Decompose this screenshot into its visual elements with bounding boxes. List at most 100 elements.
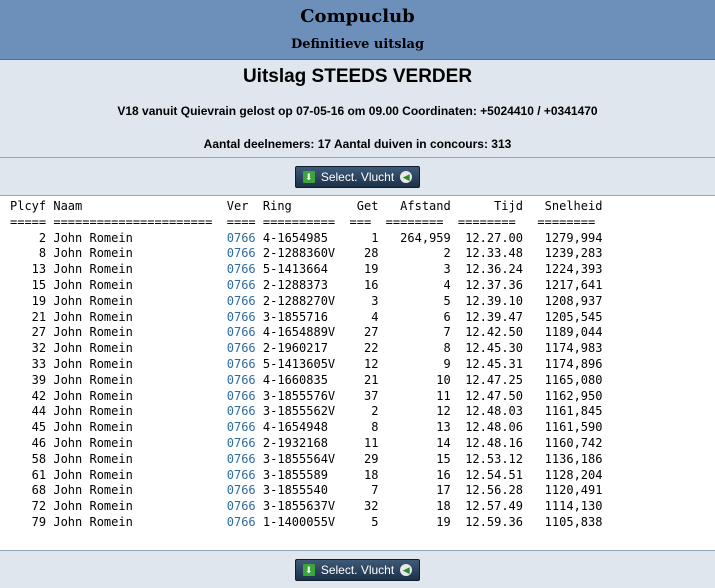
race-participants: Aantal deelnemers: 17 Aantal duiven in c… <box>203 137 512 151</box>
cell-afstand: 6 <box>385 309 458 324</box>
cell-afstand: 4 <box>385 277 458 292</box>
cell-plcyf: 15 <box>10 277 54 292</box>
cell-tijd: 12.57.49 <box>457 499 531 514</box>
arrow-left-icon: ◀ <box>400 170 413 183</box>
cell-snelheid: 1239,283 <box>530 246 603 261</box>
cell-get: 27 <box>356 325 386 340</box>
cell-afstand: 19 <box>385 514 458 529</box>
site-subtitle: Definitieve uitslag <box>290 37 425 52</box>
cell-tijd: 12.39.10 <box>457 293 531 308</box>
cell-ring: 4-1654948 <box>262 420 357 435</box>
table-row: 32 John Romein 0766 2-1960217 22 8 12.45… <box>10 341 715 357</box>
cell-ver: 0766 <box>226 356 256 371</box>
header-tijd: Tijd <box>457 199 531 213</box>
header-afstand: Afstand <box>385 199 458 213</box>
table-row: 58 John Romein 0766 3-1855564V 29 15 12.… <box>10 452 715 468</box>
table-row: 8 John Romein 0766 2-1288360V 28 2 12.33… <box>10 246 715 262</box>
cell-afstand: 3 <box>385 262 458 277</box>
cell-plcyf: 2 <box>10 230 54 245</box>
cell-get: 22 <box>356 341 386 356</box>
table-row: 72 John Romein 0766 3-1855637V 32 18 12.… <box>10 499 715 515</box>
cell-naam: John Romein <box>53 277 227 292</box>
cell-naam: John Romein <box>53 293 227 308</box>
cell-afstand: 11 <box>385 388 458 403</box>
table-row: 19 John Romein 0766 2-1288270V 3 5 12.39… <box>10 294 715 310</box>
header-get: Get <box>356 199 386 213</box>
cell-get: 28 <box>356 246 386 261</box>
cell-afstand: 9 <box>385 356 458 371</box>
cell-afstand: 264,959 <box>385 230 458 245</box>
cell-snelheid: 1224,393 <box>530 262 603 277</box>
table-row: 27 John Romein 0766 4-1654889V 27 7 12.4… <box>10 325 715 341</box>
cell-ver: 0766 <box>226 467 256 482</box>
cell-tijd: 12.45.30 <box>457 341 531 356</box>
cell-ring: 3-1855716 <box>262 309 357 324</box>
cell-plcyf: 39 <box>10 372 54 387</box>
cell-get: 2 <box>356 404 386 419</box>
cell-plcyf: 8 <box>10 246 54 261</box>
cell-plcyf: 68 <box>10 483 54 498</box>
cell-get: 19 <box>356 262 386 277</box>
cell-afstand: 8 <box>385 341 458 356</box>
cell-ver: 0766 <box>226 246 256 261</box>
cell-naam: John Romein <box>53 404 227 419</box>
cell-afstand: 13 <box>385 420 458 435</box>
cell-afstand: 17 <box>385 483 458 498</box>
cell-naam: John Romein <box>53 309 227 324</box>
cell-tijd: 12.54.51 <box>457 467 531 482</box>
results-pre: Plcyf Naam Ver Ring Get Afstand Tijd Sne… <box>0 196 715 531</box>
button-row-top: ⬇ Select. Vlucht ◀ <box>0 158 715 195</box>
cell-ring: 4-1660835 <box>262 372 357 387</box>
table-row: 44 John Romein 0766 3-1855562V 2 12 12.4… <box>10 404 715 420</box>
cell-get: 7 <box>356 483 386 498</box>
cell-ver: 0766 <box>226 230 256 245</box>
cell-ver: 0766 <box>226 372 256 387</box>
cell-afstand: 14 <box>385 435 458 450</box>
cell-tijd: 12.48.06 <box>457 420 531 435</box>
cell-plcyf: 45 <box>10 420 54 435</box>
cell-plcyf: 42 <box>10 388 54 403</box>
cell-tijd: 12.27.00 <box>457 230 531 245</box>
cell-ver: 0766 <box>226 262 256 277</box>
cell-snelheid: 1105,838 <box>530 514 603 529</box>
cell-get: 11 <box>356 435 386 450</box>
table-row: 33 John Romein 0766 5-1413605V 12 9 12.4… <box>10 357 715 373</box>
cell-snelheid: 1174,896 <box>530 356 603 371</box>
cell-tijd: 12.36.24 <box>457 262 531 277</box>
cell-ver: 0766 <box>226 483 256 498</box>
table-row: 46 John Romein 0766 2-1932168 11 14 12.4… <box>10 436 715 452</box>
cell-get: 4 <box>356 309 386 324</box>
cell-naam: John Romein <box>53 356 227 371</box>
cell-tijd: 12.47.50 <box>457 388 531 403</box>
cell-tijd: 12.48.03 <box>457 404 531 419</box>
table-row: 79 John Romein 0766 1-1400055V 5 19 12.5… <box>10 515 715 531</box>
table-row: 21 John Romein 0766 3-1855716 4 6 12.39.… <box>10 310 715 326</box>
cell-tijd: 12.42.50 <box>457 325 531 340</box>
cell-naam: John Romein <box>53 483 227 498</box>
cell-afstand: 16 <box>385 467 458 482</box>
cell-ring: 5-1413664 <box>262 262 357 277</box>
cell-snelheid: 1208,937 <box>530 293 603 308</box>
cell-snelheid: 1162,950 <box>530 388 603 403</box>
download-icon: ⬇ <box>302 170 315 183</box>
select-flight-button-top[interactable]: ⬇ Select. Vlucht ◀ <box>295 165 420 188</box>
race-header: Uitslag STEEDS VERDER V18 vanuit Quievra… <box>0 60 715 152</box>
cell-snelheid: 1136,186 <box>530 451 603 466</box>
cell-ring: 1-1400055V <box>262 514 357 529</box>
cell-snelheid: 1279,994 <box>530 230 603 245</box>
table-row: 45 John Romein 0766 4-1654948 8 13 12.48… <box>10 420 715 436</box>
select-flight-label: Select. Vlucht <box>320 169 395 184</box>
cell-ring: 2-1288270V <box>262 293 357 308</box>
cell-tijd: 12.59.36 <box>457 514 531 529</box>
select-flight-button-bottom[interactable]: ⬇ Select. Vlucht ◀ <box>295 558 420 581</box>
